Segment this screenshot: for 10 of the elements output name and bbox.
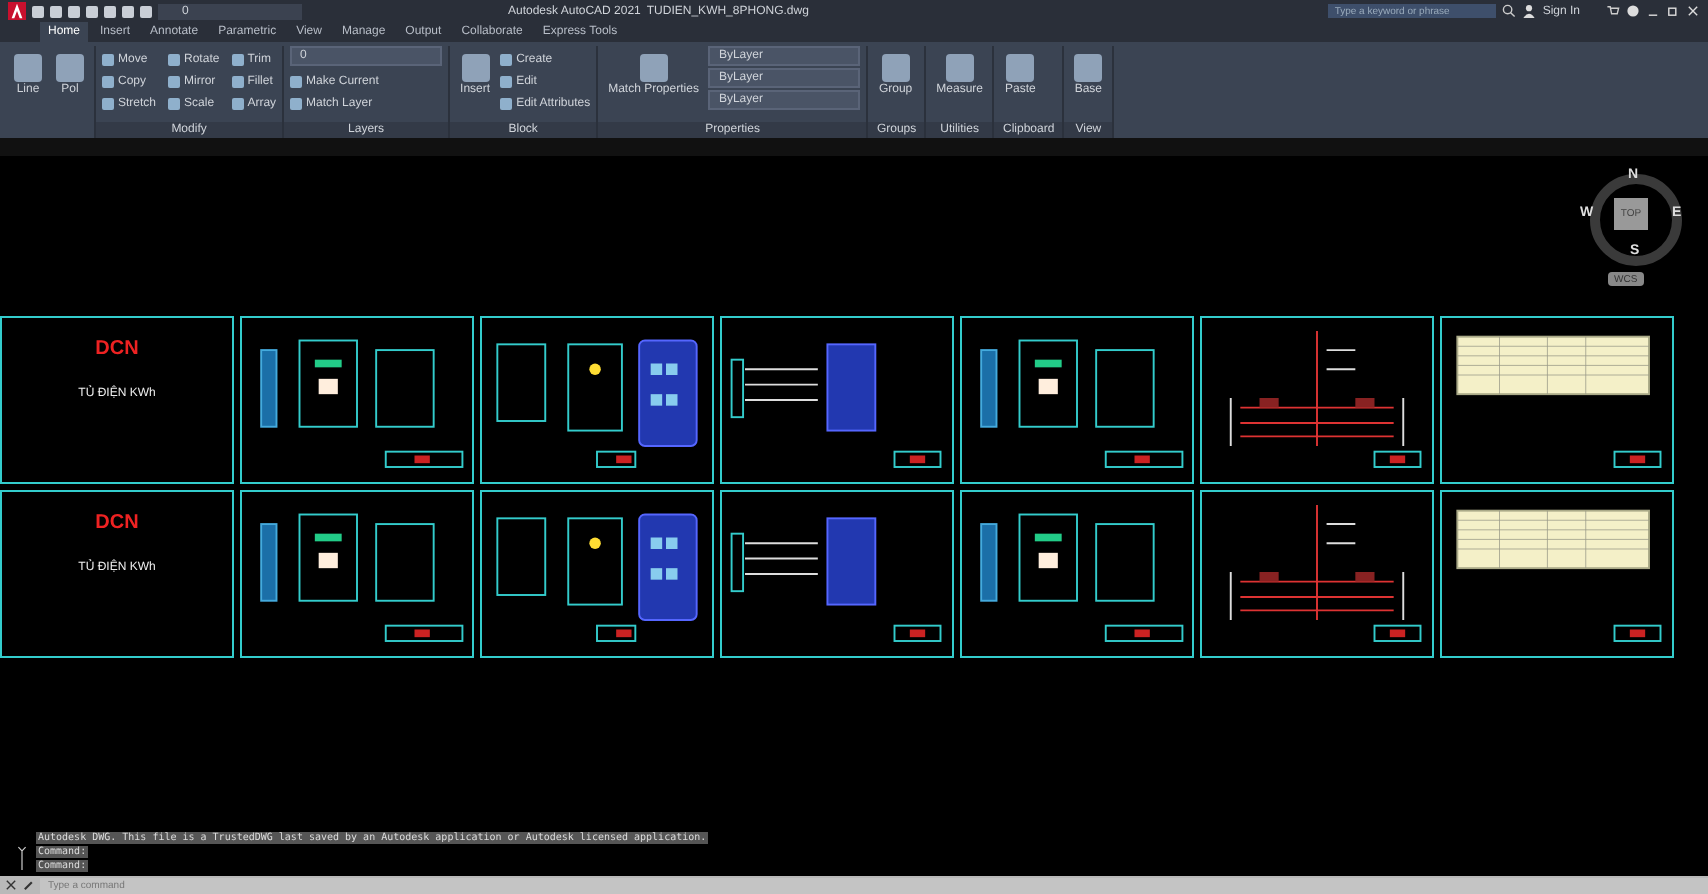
search-icon[interactable] — [1502, 4, 1517, 18]
restore-icon[interactable] — [1666, 4, 1680, 18]
logo-text: DCN — [95, 512, 139, 534]
wrench-icon[interactable] — [22, 878, 36, 892]
ucs-axis-icon — [16, 844, 28, 872]
cart-icon[interactable] — [1606, 4, 1620, 18]
close-icon[interactable] — [4, 878, 18, 892]
user-icon — [1522, 4, 1537, 18]
a-logo-icon[interactable] — [8, 2, 26, 20]
logo-text: DCN — [95, 338, 139, 360]
